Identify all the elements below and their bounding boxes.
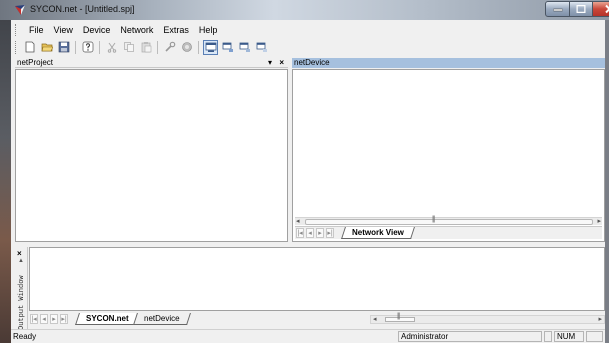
first-tab-icon[interactable]: |◂ <box>296 228 304 238</box>
pin-icon[interactable]: ▾ <box>268 58 272 68</box>
scroll-thumb[interactable] <box>385 317 415 322</box>
app-window: SYCON.net - [Untitled.spj] File View Dev… <box>0 0 609 343</box>
net-project-tree[interactable] <box>15 69 288 242</box>
net-project-header[interactable]: netProject ▾ × <box>15 58 288 68</box>
paste-icon[interactable] <box>138 40 153 55</box>
last-tab-icon[interactable]: ▸| <box>60 314 68 324</box>
status-grip[interactable] <box>586 331 603 342</box>
scroll-left-icon[interactable]: ◂ <box>373 315 377 323</box>
scroll-grip-icon: ||| <box>397 313 401 320</box>
new-file-icon[interactable] <box>22 40 37 55</box>
toolbar-separator <box>99 40 100 54</box>
output-log[interactable] <box>29 247 605 311</box>
status-bar: Ready Administrator NUM <box>11 329 605 343</box>
title-bar[interactable]: SYCON.net - [Untitled.spj] <box>0 0 609 20</box>
copy-icon[interactable] <box>121 40 136 55</box>
menu-view[interactable]: View <box>49 23 78 37</box>
app-logo-icon <box>15 5 25 15</box>
window-frame-left <box>0 0 11 343</box>
window-title: SYCON.net - [Untitled.spj] <box>30 4 135 14</box>
tab-network-view[interactable]: Network View <box>341 227 415 239</box>
close-icon[interactable]: × <box>279 58 284 68</box>
close-icon <box>605 4 609 14</box>
toolbar-separator <box>198 40 199 54</box>
next-tab-icon[interactable]: ▸ <box>50 314 58 324</box>
menu-help[interactable]: Help <box>194 23 223 37</box>
net-device-pane: netDevice ◂ ||| ▸ |◂ ◂ ▸ ▸| Network View <box>292 58 605 242</box>
net-device-header[interactable]: netDevice <box>292 58 605 68</box>
bus-icon[interactable] <box>179 40 194 55</box>
tools-icon[interactable] <box>162 40 177 55</box>
device-horizontal-scrollbar[interactable]: ◂ ||| ▸ <box>295 216 602 225</box>
output-side-bar[interactable]: × ▲ Output Window <box>15 247 28 330</box>
minimize-button[interactable] <box>545 1 570 17</box>
view-icon-2[interactable] <box>220 40 235 55</box>
save-icon[interactable] <box>56 40 71 55</box>
output-window: × ▲ Output Window |◂ ◂ ▸ ▸| SYCON.net ne… <box>15 247 605 330</box>
toolbar-grip[interactable] <box>15 40 18 54</box>
view-icon-1[interactable] <box>203 39 218 55</box>
scroll-right-icon[interactable]: ▸ <box>598 315 602 323</box>
status-num: NUM <box>554 331 584 342</box>
net-project-title: netProject <box>17 58 54 67</box>
prev-tab-icon[interactable]: ◂ <box>40 314 48 324</box>
status-user: Administrator <box>398 331 542 342</box>
menu-network[interactable]: Network <box>115 23 158 37</box>
menu-extras[interactable]: Extras <box>158 23 194 37</box>
menubar-grip[interactable] <box>15 24 18 36</box>
net-device-title: netDevice <box>294 58 330 67</box>
close-icon[interactable]: × <box>17 249 22 258</box>
toolbar-separator <box>75 40 76 54</box>
open-folder-icon[interactable] <box>39 40 54 55</box>
first-tab-icon[interactable]: |◂ <box>30 314 38 324</box>
device-sheet-tabs: |◂ ◂ ▸ ▸| Network View <box>295 226 602 239</box>
maximize-icon <box>576 5 586 13</box>
status-text: Ready <box>13 332 37 341</box>
next-tab-icon[interactable]: ▸ <box>316 228 324 238</box>
window-frame-right <box>605 0 609 343</box>
toolbar <box>11 38 605 56</box>
tab-sycon-net[interactable]: SYCON.net <box>75 313 140 325</box>
menu-bar: File View Device Network Extras Help <box>11 22 222 38</box>
scroll-right-icon[interactable]: ▸ <box>597 217 601 225</box>
last-tab-icon[interactable]: ▸| <box>326 228 334 238</box>
net-device-canvas[interactable]: ◂ ||| ▸ |◂ ◂ ▸ ▸| Network View <box>292 69 605 242</box>
scroll-left-icon[interactable]: ◂ <box>296 217 300 225</box>
pin-icon[interactable]: ▲ <box>18 258 24 264</box>
output-sheet-tabs: |◂ ◂ ▸ ▸| SYCON.net netDevice <box>29 313 349 326</box>
output-window-label: Output Window <box>18 275 26 330</box>
help-icon[interactable] <box>80 40 95 55</box>
scroll-thumb[interactable] <box>305 219 593 225</box>
toolbar-separator <box>157 40 158 54</box>
scroll-grip-icon: ||| <box>432 216 436 223</box>
menu-device[interactable]: Device <box>78 23 116 37</box>
cut-icon[interactable] <box>104 40 119 55</box>
client-area: File View Device Network Extras Help net… <box>11 20 605 343</box>
view-icon-3[interactable] <box>237 40 252 55</box>
minimize-icon <box>553 8 562 12</box>
output-horizontal-scrollbar[interactable]: ◂ ||| ▸ <box>370 313 605 324</box>
menu-file[interactable]: File <box>24 23 49 37</box>
tab-net-device[interactable]: netDevice <box>133 313 191 325</box>
status-empty <box>544 331 552 342</box>
prev-tab-icon[interactable]: ◂ <box>306 228 314 238</box>
close-window-button[interactable] <box>592 1 609 17</box>
view-icon-4[interactable] <box>254 40 269 55</box>
maximize-button[interactable] <box>569 1 593 17</box>
net-project-pane: netProject ▾ × <box>15 58 288 242</box>
